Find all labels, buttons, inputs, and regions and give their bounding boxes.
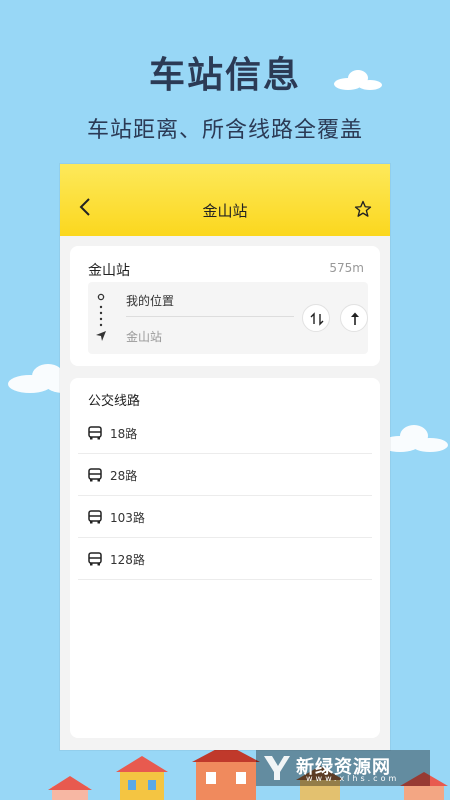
- bus-line-row[interactable]: 103路: [78, 496, 372, 538]
- bus-line-label: 103路: [110, 511, 145, 525]
- arrow-up-icon: [351, 312, 359, 325]
- bus-lines-card: 公交线路 18路 28路 103路 128路: [70, 378, 380, 738]
- bus-icon: [88, 426, 102, 440]
- route-planner: 我的位置 金山站: [88, 282, 368, 354]
- route-origin[interactable]: 我的位置: [126, 292, 174, 309]
- station-card: 金山站 575m 我的位置 金山站: [70, 246, 380, 366]
- app-bar: 金山站: [60, 164, 390, 236]
- route-divider: [126, 316, 294, 317]
- route-destination[interactable]: 金山站: [126, 328, 162, 345]
- watermark-logo-icon: [264, 756, 290, 780]
- navigate-button[interactable]: [340, 304, 368, 332]
- page-title: 金山站: [202, 202, 248, 220]
- bus-lines-heading: 公交线路: [88, 394, 141, 409]
- phone-screen: 金山站 金山站 575m 我的位置 金山站 公交线路 18路 28路 103路 …: [60, 164, 390, 750]
- station-name: 金山站: [88, 263, 130, 279]
- bus-line-row[interactable]: 128路: [78, 538, 372, 580]
- route-path-icon: [96, 293, 106, 341]
- bus-line-label: 28路: [110, 469, 138, 483]
- bus-line-label: 128路: [110, 553, 145, 567]
- promo-title: 车站信息: [148, 55, 301, 96]
- bus-line-row[interactable]: 18路: [78, 412, 372, 454]
- favorite-button[interactable]: [354, 200, 372, 218]
- promo-subtitle: 车站距离、所含线路全覆盖: [86, 118, 363, 143]
- bus-line-row[interactable]: 28路: [78, 454, 372, 496]
- bus-icon: [88, 552, 102, 566]
- watermark-url: www.xlhs.com: [306, 774, 400, 783]
- station-distance: 575m: [329, 261, 364, 275]
- watermark: 新绿资源网 www.xlhs.com: [256, 750, 430, 786]
- swap-icon: [310, 312, 324, 326]
- swap-route-button[interactable]: [302, 304, 330, 332]
- bus-icon: [88, 468, 102, 482]
- bus-line-label: 18路: [110, 427, 138, 441]
- star-outline-icon: [354, 200, 372, 217]
- bus-icon: [88, 510, 102, 524]
